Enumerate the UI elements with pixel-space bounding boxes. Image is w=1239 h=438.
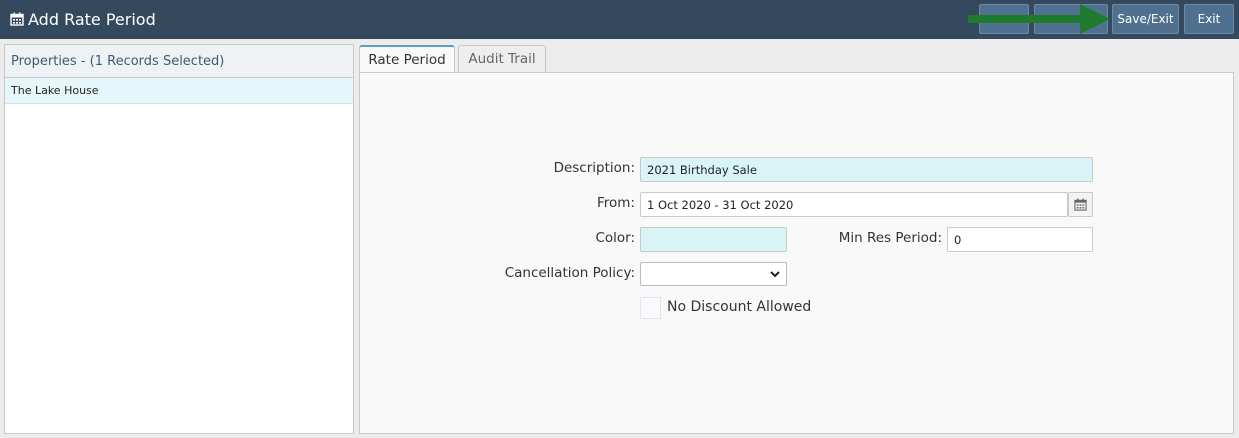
cancellation-policy-select[interactable]: [640, 262, 787, 286]
cancellation-policy-label: Cancellation Policy:: [504, 265, 635, 281]
min-res-period-label: Min Res Period:: [838, 230, 942, 246]
arrow-icon: [968, 4, 1110, 34]
properties-header: Properties - (1 Records Selected): [5, 45, 353, 78]
description-input[interactable]: 2021 Birthday Sale: [640, 157, 1093, 182]
description-label: Description:: [553, 160, 635, 176]
save-exit-button[interactable]: Save/Exit: [1112, 4, 1179, 34]
tab-audit-trail[interactable]: Audit Trail: [458, 45, 546, 72]
rate-period-form: [359, 72, 1234, 434]
min-res-period-input[interactable]: 0: [947, 227, 1093, 252]
title-bar: Add Rate Period Save/Exit Exit: [0, 0, 1239, 39]
calendar-icon: [10, 12, 24, 26]
from-label: From:: [597, 195, 635, 211]
color-label: Color:: [595, 230, 635, 246]
window-title: Add Rate Period: [10, 8, 156, 30]
no-discount-checkbox[interactable]: [640, 297, 661, 319]
window-title-text: Add Rate Period: [28, 9, 156, 29]
calendar-button[interactable]: [1068, 192, 1093, 217]
date-range-input[interactable]: 1 Oct 2020 - 31 Oct 2020: [640, 192, 1068, 217]
list-item[interactable]: The Lake House: [5, 78, 353, 104]
properties-panel: Properties - (1 Records Selected) The La…: [4, 44, 354, 434]
chevron-down-icon: [770, 271, 780, 278]
exit-button[interactable]: Exit: [1184, 4, 1234, 34]
tab-rate-period[interactable]: Rate Period: [359, 45, 455, 73]
color-input[interactable]: [640, 227, 787, 252]
no-discount-label: No Discount Allowed: [667, 299, 812, 315]
calendar-icon: [1074, 198, 1087, 211]
